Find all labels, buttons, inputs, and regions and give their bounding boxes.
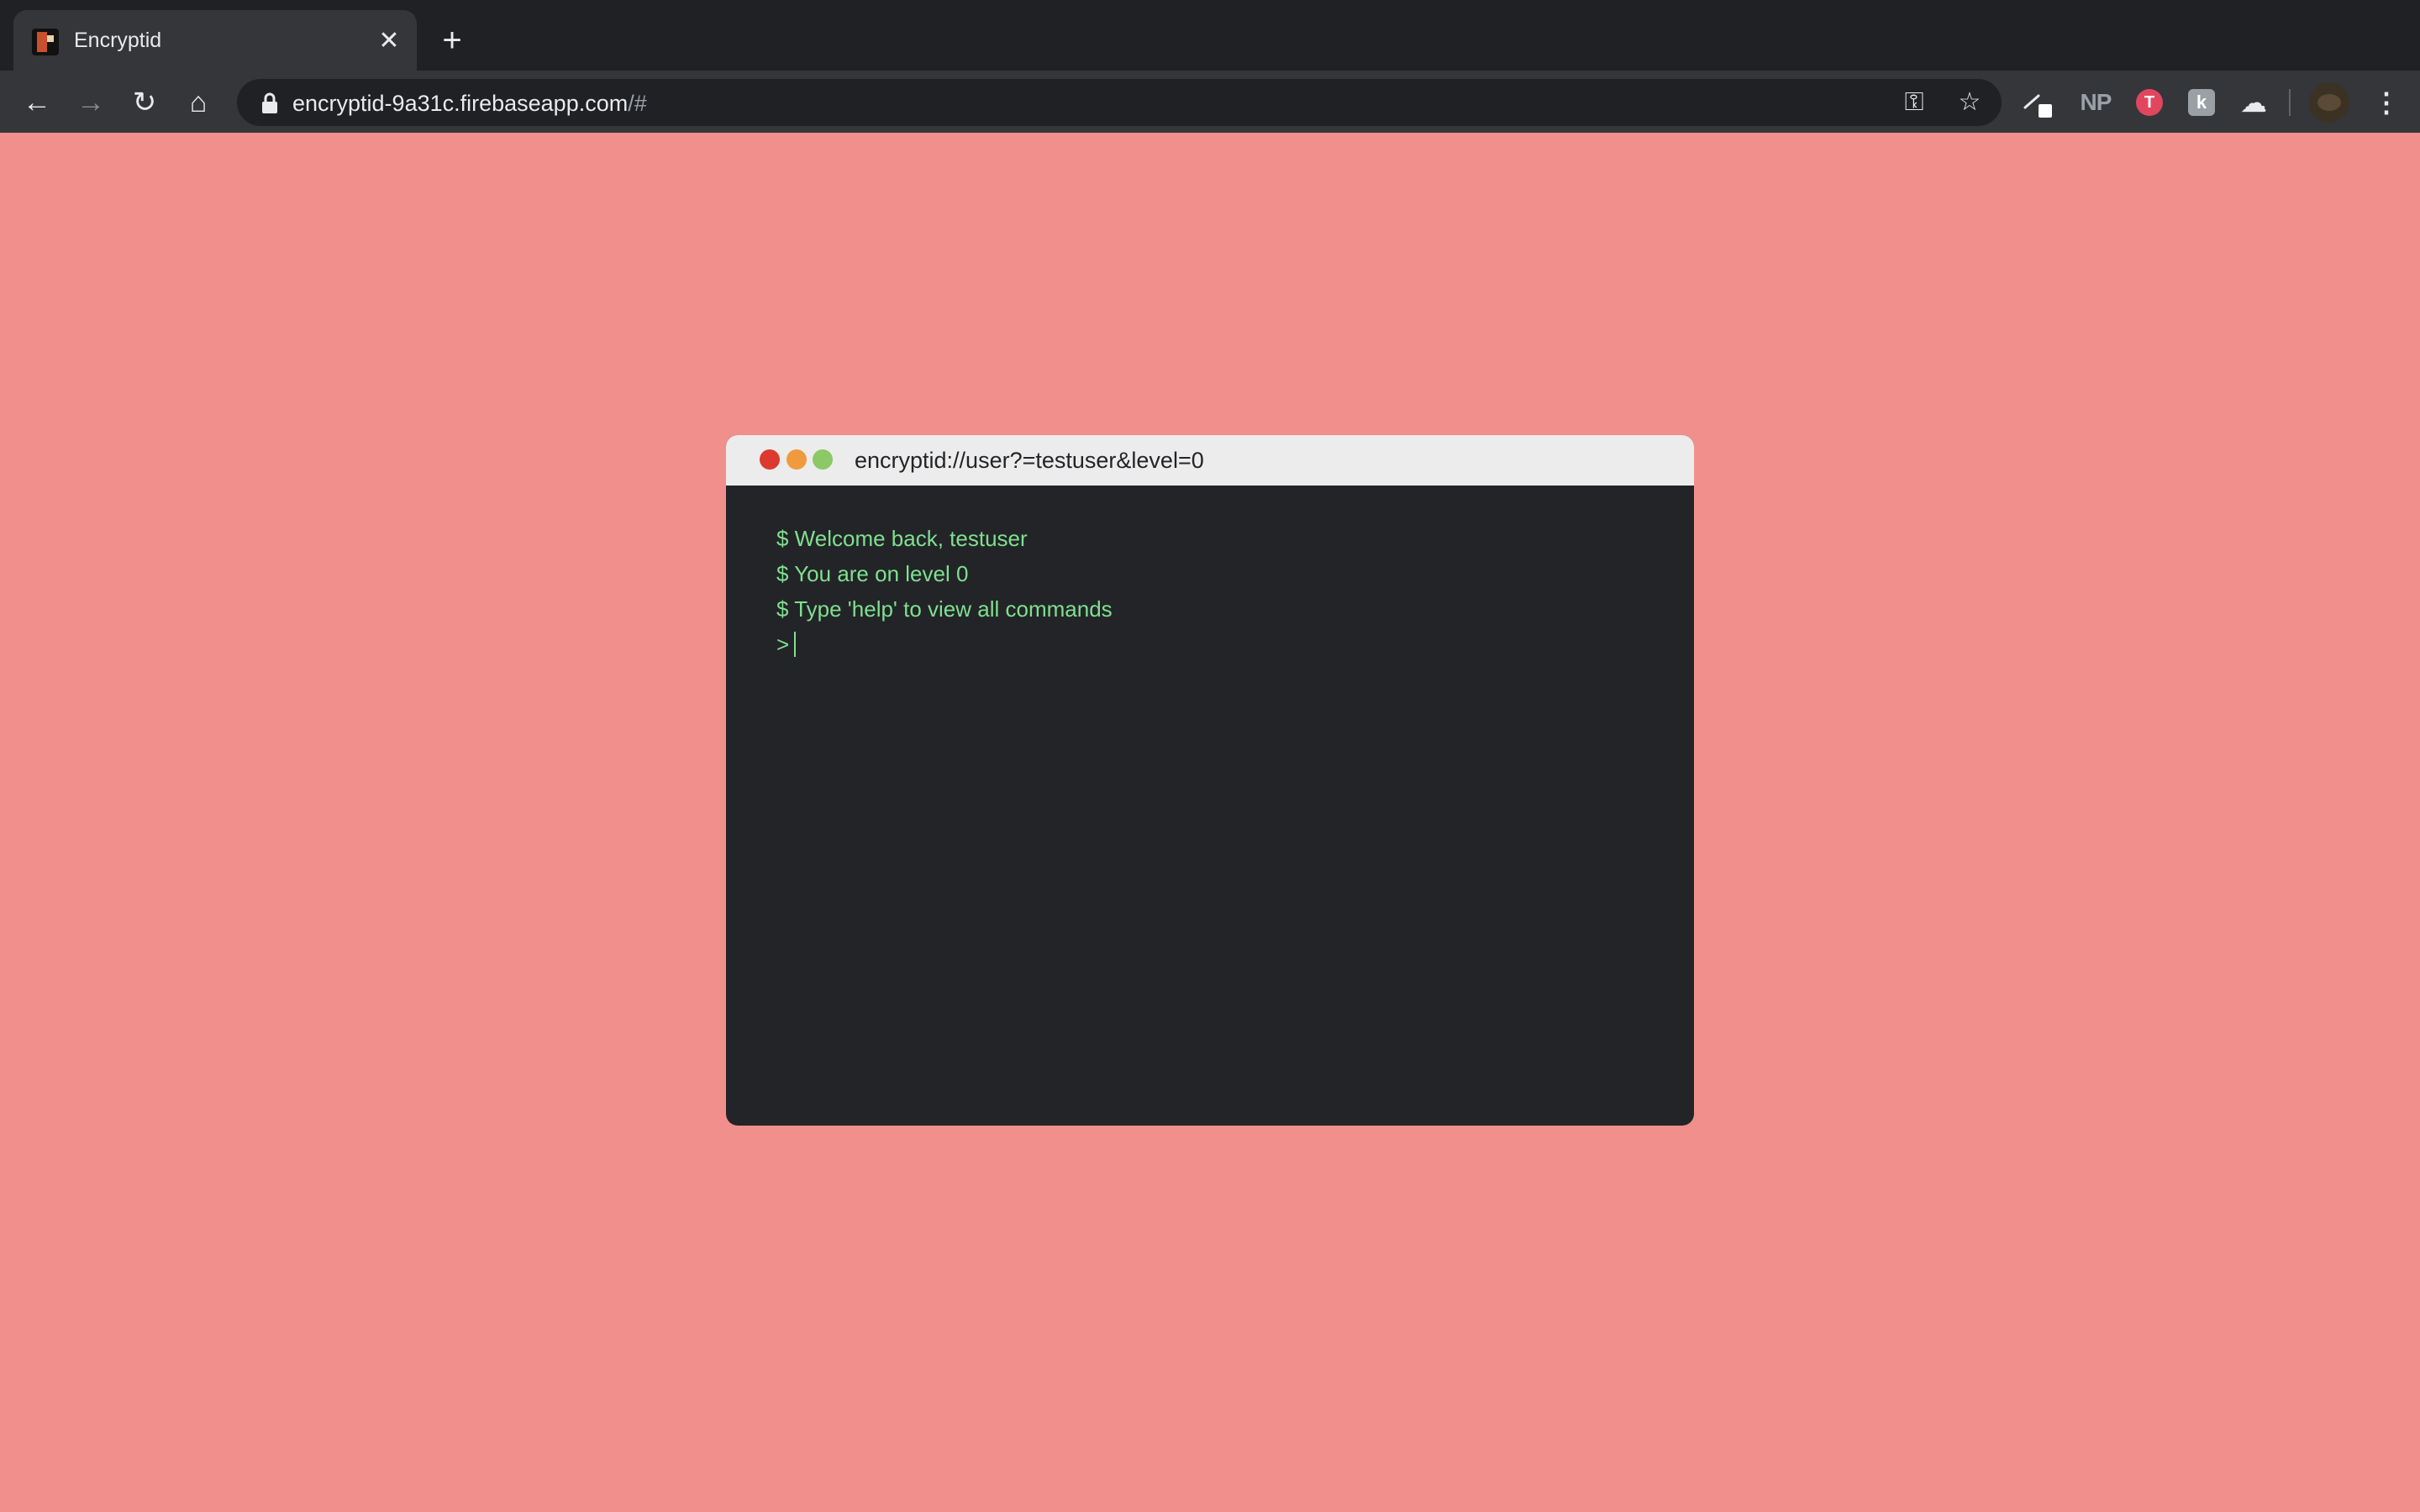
terminal-output[interactable]: $ Welcome back, testuser $ You are on le…: [776, 521, 1650, 662]
address-bar[interactable]: encryptid-9a31c.firebaseapp.com/# ⚿ ☆: [237, 79, 2002, 126]
close-tab-icon[interactable]: ✕: [375, 27, 403, 55]
bookmark-star-icon[interactable]: ☆: [1954, 87, 1985, 118]
terminal-line-help: $ Type 'help' to view all commands: [776, 596, 1113, 622]
browser-menu-icon[interactable]: ⋮: [2370, 84, 2403, 121]
tab-title: Encryptid: [74, 29, 162, 52]
lock-icon[interactable]: [259, 92, 281, 115]
url-host: encryptid-9a31c.firebaseapp.com: [292, 91, 629, 116]
terminal-title: encryptid://user?=testuser&level=0: [855, 448, 1204, 473]
forward-button[interactable]: →: [72, 84, 109, 121]
terminal-line-level: $ You are on level 0: [776, 561, 969, 586]
tab-strip: Encryptid ✕ +: [0, 0, 2420, 71]
terminal-input-line[interactable]: >: [776, 627, 1650, 662]
maximize-window-dot[interactable]: [813, 449, 833, 470]
text-cursor: [794, 632, 797, 657]
browser-chrome: Encryptid ✕ + ← → ↻ ⌂ encryptid-9a31c.fi…: [0, 0, 2420, 133]
new-tab-button[interactable]: +: [435, 24, 469, 57]
terminal-line-welcome: $ Welcome back, testuser: [776, 526, 1028, 551]
prompt-symbol: >: [776, 632, 790, 657]
np-extension-icon[interactable]: NP: [2079, 86, 2112, 119]
pen-extension-icon[interactable]: [2020, 86, 2054, 119]
gray-extension-icon[interactable]: k: [2185, 86, 2218, 119]
favicon-icon: [32, 29, 59, 55]
close-window-dot[interactable]: [760, 449, 780, 470]
tab-encryptid[interactable]: Encryptid ✕: [13, 10, 417, 71]
toolbar-divider: [2289, 89, 2291, 116]
back-button[interactable]: ←: [18, 84, 55, 121]
url-text[interactable]: encryptid-9a31c.firebaseapp.com/#: [292, 90, 647, 117]
home-button[interactable]: ⌂: [180, 84, 217, 121]
profile-avatar[interactable]: [2309, 82, 2349, 123]
terminal-window: encryptid://user?=testuser&level=0 $ Wel…: [726, 435, 1694, 1126]
key-icon[interactable]: ⚿: [1899, 87, 1929, 118]
terminal-titlebar: encryptid://user?=testuser&level=0: [726, 435, 1694, 486]
cloud-extension-icon[interactable]: ☁: [2237, 86, 2270, 119]
gray-extension-glyph: k: [2188, 89, 2215, 116]
url-path: /#: [628, 91, 647, 116]
reload-button[interactable]: ↻: [126, 84, 163, 121]
minimize-window-dot[interactable]: [786, 449, 807, 470]
red-extension-icon[interactable]: T: [2133, 86, 2166, 119]
red-extension-glyph: T: [2136, 89, 2163, 116]
